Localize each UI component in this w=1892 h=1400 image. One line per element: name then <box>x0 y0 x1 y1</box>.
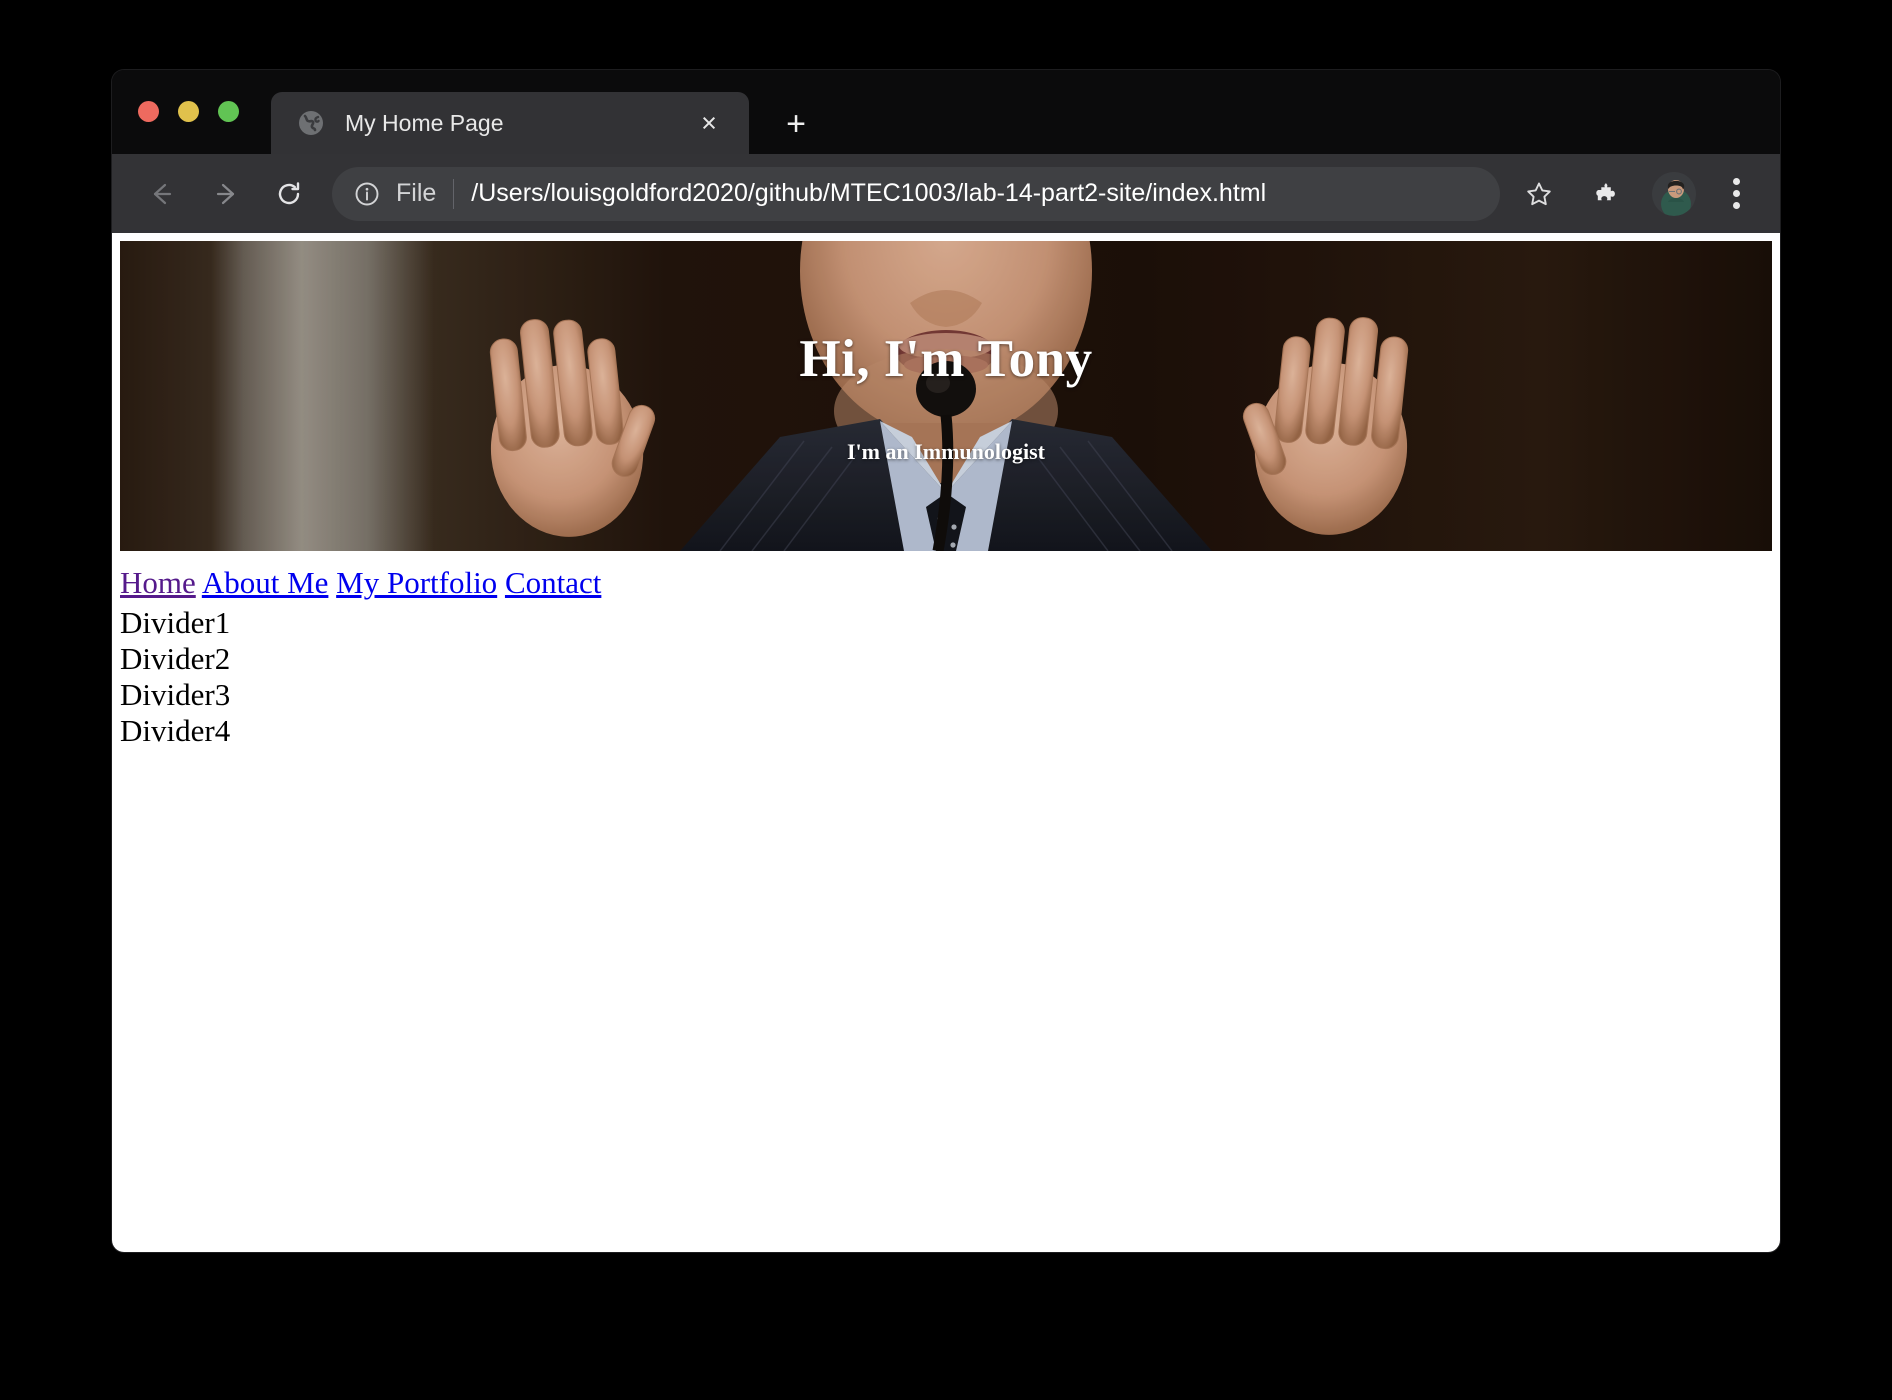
browser-tab-my-home-page[interactable]: My Home Page × <box>271 92 749 154</box>
menu-dot <box>1732 178 1740 185</box>
page-viewport: Hi, I'm Tony I'm an Immunologist Home Ab… <box>112 233 1780 1252</box>
info-circle-icon[interactable] <box>354 181 380 207</box>
divider-item: Divider2 <box>120 640 231 676</box>
maximize-window-button[interactable] <box>218 101 239 122</box>
tab-strip: My Home Page × + <box>112 70 1780 154</box>
minimize-window-button[interactable] <box>178 101 199 122</box>
menu-dot <box>1732 202 1740 209</box>
globe-icon <box>298 110 324 136</box>
back-arrow-icon[interactable] <box>138 171 184 217</box>
divider-item: Divider4 <box>120 712 231 748</box>
divider-item: Divider3 <box>120 676 231 712</box>
hero-banner: Hi, I'm Tony I'm an Immunologist <box>120 241 1772 551</box>
divider-item: Divider1 <box>120 604 231 640</box>
forward-arrow-icon[interactable] <box>202 171 248 217</box>
nav-link-contact[interactable]: Contact <box>505 565 601 600</box>
reload-icon[interactable] <box>266 171 312 217</box>
hero-background-image <box>120 241 1772 551</box>
page-body: Hi, I'm Tony I'm an Immunologist Home Ab… <box>112 233 1780 1252</box>
nav-link-home[interactable]: Home <box>120 565 196 600</box>
site-navigation: Home About Me My Portfolio Contact <box>120 565 1772 601</box>
hero-subtitle: I'm an Immunologist <box>846 439 1046 464</box>
tab-title: My Home Page <box>345 109 504 136</box>
menu-dot <box>1732 190 1740 197</box>
hero-title: Hi, I'm Tony <box>799 330 1093 388</box>
new-tab-button[interactable]: + <box>779 107 813 142</box>
url-scheme-label: File <box>396 179 437 207</box>
nav-link-my-portfolio[interactable]: My Portfolio <box>336 565 497 600</box>
address-bar[interactable]: File /Users/louisgoldford2020/github/MTE… <box>332 166 1500 221</box>
url-text[interactable]: /Users/louisgoldford2020/github/MTEC1003… <box>471 179 1266 208</box>
close-window-button[interactable] <box>138 101 159 122</box>
traffic-lights <box>138 101 239 122</box>
nav-link-about-me[interactable]: About Me <box>202 565 329 600</box>
star-icon[interactable] <box>1516 171 1562 217</box>
omnibox-separator <box>453 178 455 209</box>
puzzle-piece-icon[interactable] <box>1584 171 1630 217</box>
three-dot-menu-icon[interactable] <box>1718 171 1754 217</box>
browser-window: My Home Page × + File /Users/louisgoldfo… <box>112 70 1780 1252</box>
divider-list: Divider1 Divider2 Divider3 Divider4 <box>120 605 1772 749</box>
browser-toolbar: File /Users/louisgoldford2020/github/MTE… <box>112 154 1780 233</box>
profile-avatar[interactable] <box>1652 171 1696 216</box>
close-tab-button[interactable]: × <box>695 109 723 137</box>
